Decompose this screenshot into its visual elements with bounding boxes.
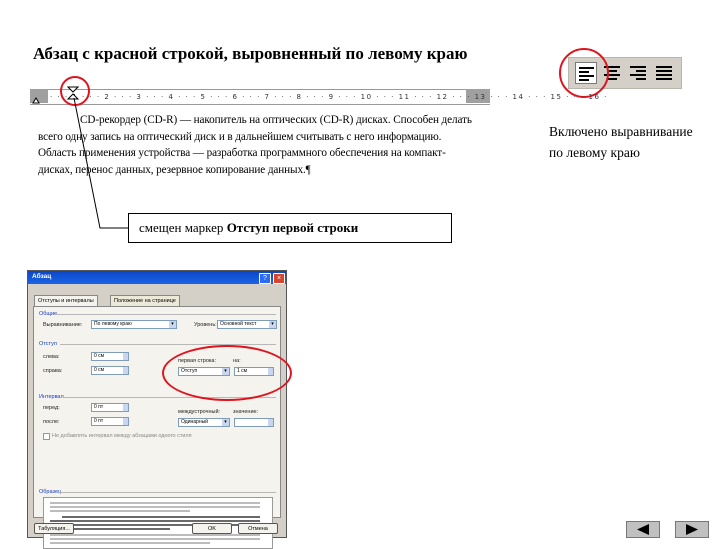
justify-button[interactable] — [653, 62, 675, 84]
alignment-label: Выравнивание: — [43, 322, 83, 328]
next-slide-button[interactable] — [675, 521, 709, 538]
after-spinner[interactable]: 0 пт — [91, 417, 129, 426]
level-value: Основной текст — [220, 321, 257, 327]
chevron-down-icon: ▾ — [222, 419, 229, 426]
spacing-group-label: Интервал — [39, 394, 64, 400]
arrow-right-icon — [686, 524, 698, 535]
callout-text: смещен маркер — [139, 220, 227, 235]
arrow-left-icon — [637, 524, 649, 535]
left-indent-spinner[interactable]: 0 см — [91, 352, 129, 361]
highlight-circle-dialog — [162, 345, 292, 401]
align-right-button[interactable] — [627, 62, 649, 84]
document-paragraph: CD-рекордер (CD-R) — накопитель на оптич… — [38, 112, 478, 178]
indent-group-label: Отступ — [39, 341, 57, 347]
line-spacing-label: междустрочный: — [178, 409, 221, 415]
tabs-button[interactable]: Табуляция... — [34, 523, 74, 534]
dialog-title: Абзац — [32, 273, 52, 280]
preview-group-label: Образец — [39, 489, 62, 495]
chevron-down-icon: ▾ — [269, 321, 276, 328]
after-value: 0 пт — [94, 418, 104, 424]
alignment-note: Включено выравнивание по левому краю — [549, 124, 693, 160]
level-select[interactable]: Основной текст ▾ — [217, 320, 277, 329]
right-indent-spinner[interactable]: 0 см — [91, 366, 129, 375]
after-label: после: — [43, 419, 60, 425]
highlight-circle-toolbar — [559, 48, 609, 98]
line-spacing-value: Одинарный — [181, 419, 208, 425]
general-group-label: Общие — [39, 311, 58, 317]
chevron-down-icon: ▾ — [169, 321, 176, 328]
help-button[interactable]: ? — [259, 273, 271, 284]
callout-box: смещен маркер Отступ первой строки — [128, 213, 452, 243]
left-indent-label: слева: — [43, 354, 60, 360]
line-spacing-select[interactable]: Одинарный ▾ — [178, 418, 230, 427]
callout-bold-text: Отступ первой строки — [226, 220, 359, 235]
no-space-checkbox-label: Не добавлять интервал между абзацами одн… — [52, 433, 192, 439]
close-button[interactable]: × — [273, 273, 285, 284]
cancel-button[interactable]: Отмена — [238, 523, 278, 534]
spacing-value-spinner[interactable] — [234, 418, 274, 427]
ok-button[interactable]: OK — [192, 523, 232, 534]
alignment-value: По левому краю — [94, 321, 132, 327]
before-value: 0 пт — [94, 404, 104, 410]
no-space-checkbox[interactable] — [43, 433, 50, 440]
left-indent-value: 0 см — [94, 353, 105, 359]
prev-slide-button[interactable] — [626, 521, 660, 538]
spacing-value-label: значение: — [233, 409, 259, 415]
alignment-select[interactable]: По левому краю ▾ — [91, 320, 177, 329]
level-label: Уровень: — [194, 322, 217, 328]
right-indent-value: 0 см — [94, 367, 105, 373]
tab-panel: Общие Выравнивание: По левому краю ▾ Уров… — [33, 306, 281, 549]
before-label: перед: — [43, 405, 60, 411]
slide-title: Абзац с красной строкой, выровненный по … — [33, 44, 468, 63]
hanging-indent-marker-icon[interactable] — [32, 95, 40, 104]
right-indent-label: справа: — [43, 368, 63, 374]
before-spinner[interactable]: 0 пт — [91, 403, 129, 412]
paragraph-dialog: Абзац ? × Отступы и интервалы Положение … — [27, 270, 287, 549]
paragraph-first-line: CD-рекордер (CD-R) — накопитель на оптич… — [80, 114, 391, 126]
ruler-ticks: · · · 1 · · · 2 · · · 3 · · · 4 · · · 5 … — [50, 93, 608, 101]
dialog-titlebar: Абзац ? × — [28, 271, 286, 284]
